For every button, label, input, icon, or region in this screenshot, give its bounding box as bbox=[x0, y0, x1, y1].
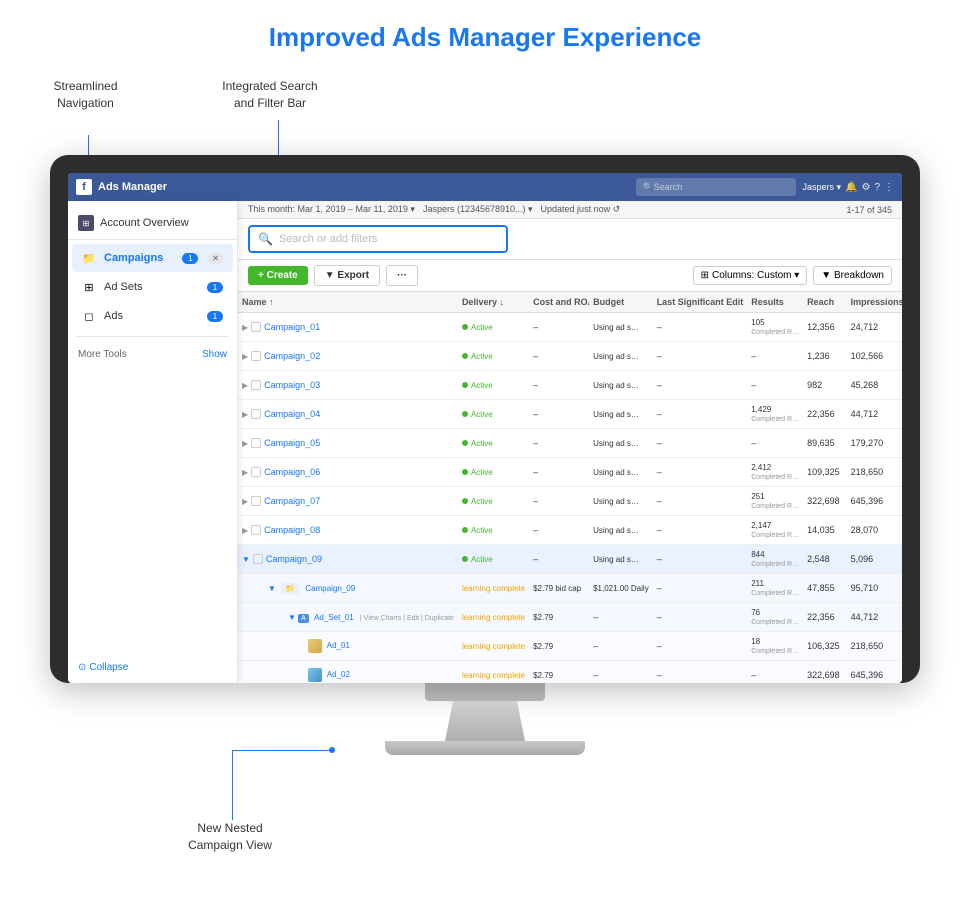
col-results[interactable]: Results bbox=[747, 292, 803, 313]
table-row[interactable]: ▶Campaign_01 Active – Using ad s… – 105C… bbox=[238, 313, 902, 342]
more-tools-label: More Tools bbox=[78, 349, 127, 360]
help-icon[interactable]: ? bbox=[874, 182, 880, 193]
fb-topbar-search[interactable]: 🔍 Search bbox=[636, 178, 796, 196]
fb-topbar: f Ads Manager 🔍 Search Jaspers ▾ 🔔 ⚙ ? ⋮ bbox=[68, 173, 902, 201]
sidebar-item-adsets[interactable]: ⊞ Ad Sets 1 bbox=[72, 273, 233, 301]
updated-status: Updated just now ↺ bbox=[541, 204, 621, 215]
fb-user-menu[interactable]: Jaspers ▾ bbox=[802, 182, 841, 193]
columns-button[interactable]: ⊞ Columns: Custom ▾ bbox=[693, 266, 808, 285]
sidebar-account-overview[interactable]: ⊞ Account Overview bbox=[68, 207, 237, 240]
columns-label: Columns: Custom ▾ bbox=[712, 270, 799, 281]
campaigns-label: Campaigns bbox=[104, 252, 174, 264]
annotation-nested-campaign: New Nested Campaign View bbox=[155, 820, 305, 854]
table-row[interactable]: ▶Campaign_06 Active – Using ad s… – 2,41… bbox=[238, 458, 902, 487]
monitor-screen: f Ads Manager 🔍 Search Jaspers ▾ 🔔 ⚙ ? ⋮ bbox=[68, 173, 902, 683]
col-impressions[interactable]: Impressions bbox=[847, 292, 902, 313]
monitor: f Ads Manager 🔍 Search Jaspers ▾ 🔔 ⚙ ? ⋮ bbox=[50, 155, 920, 755]
account-name[interactable]: Jaspers (12345678910...) ▾ bbox=[423, 204, 533, 215]
sidebar-collapse-btn[interactable]: ⊙ Collapse bbox=[78, 662, 128, 673]
annotation-filter-bar: Integrated Search and Filter Bar bbox=[190, 78, 350, 112]
create-button[interactable]: + Create bbox=[248, 266, 308, 285]
fb-sidebar: ⊞ Account Overview 📁 Campaigns 1 ✕ ⊞ Ad … bbox=[68, 201, 238, 683]
table-row[interactable]: ▶Campaign_04 Active – Using ad s… – 1,42… bbox=[238, 400, 902, 429]
table-row[interactable]: ▶Campaign_02 Active – Using ad s… – – 1,… bbox=[238, 342, 902, 371]
monitor-base bbox=[385, 741, 585, 755]
grid-icon[interactable]: ⋮ bbox=[884, 182, 894, 193]
fb-filter-bar: 🔍 Search or add filters bbox=[238, 219, 902, 260]
columns-icon: ⊞ bbox=[701, 270, 709, 281]
col-cost-roas[interactable]: Cost and ROAS Controls bbox=[529, 292, 589, 313]
date-range[interactable]: This month: Mar 1, 2019 – Mar 11, 2019 ▾ bbox=[248, 204, 415, 215]
monitor-stand-neck bbox=[445, 701, 525, 741]
campaigns-icon: 📁 bbox=[82, 251, 96, 265]
sidebar-item-ads[interactable]: ◻ Ads 1 bbox=[72, 302, 233, 330]
filter-search-icon: 🔍 bbox=[258, 232, 273, 246]
fb-topbar-title: Ads Manager bbox=[98, 181, 630, 193]
export-button[interactable]: ▼ Export bbox=[314, 265, 380, 286]
table-row[interactable]: ▶Campaign_07 Active – Using ad s… – 251C… bbox=[238, 487, 902, 516]
sidebar-divider bbox=[76, 336, 229, 337]
page-title: Improved Ads Manager Experience bbox=[0, 0, 970, 71]
fb-content-area: ⊞ Account Overview 📁 Campaigns 1 ✕ ⊞ Ad … bbox=[68, 201, 902, 683]
account-icon: ⊞ bbox=[78, 215, 94, 231]
settings-icon[interactable]: ⚙ bbox=[861, 182, 870, 193]
col-budget[interactable]: Budget bbox=[589, 292, 653, 313]
campaigns-close[interactable]: ✕ bbox=[208, 253, 223, 264]
account-overview-label: Account Overview bbox=[100, 217, 189, 229]
col-reach[interactable]: Reach bbox=[803, 292, 847, 313]
table-row[interactable]: Ad_01 learning complete $2.79 – – 18Comp… bbox=[238, 632, 902, 661]
adsets-badge: 1 bbox=[207, 282, 223, 293]
sidebar-item-campaigns[interactable]: 📁 Campaigns 1 ✕ bbox=[72, 244, 233, 272]
fb-table: Name ↑ Delivery ↓ Cost and ROAS Controls… bbox=[238, 292, 902, 683]
table-row[interactable]: Ad_02 learning complete $2.79 – – – 322,… bbox=[238, 661, 902, 684]
col-name[interactable]: Name ↑ bbox=[238, 292, 458, 313]
table-row[interactable]: ▼Campaign_09 Active – Using ad s… – 844C… bbox=[238, 545, 902, 574]
campaigns-badge: 1 bbox=[182, 253, 198, 264]
adsets-icon: ⊞ bbox=[82, 280, 96, 294]
col-delivery[interactable]: Delivery ↓ bbox=[458, 292, 529, 313]
table-row[interactable]: ▼ A Ad_Set_01 | View Charts | Edit | Dup… bbox=[238, 603, 902, 632]
fb-logo-icon: f bbox=[76, 179, 92, 195]
monitor-stand-top bbox=[425, 683, 545, 701]
table-row[interactable]: ▶Campaign_05 Active – Using ad s… – – 89… bbox=[238, 429, 902, 458]
breakdown-button[interactable]: ▼ Breakdown bbox=[813, 266, 892, 285]
table-row[interactable]: ▶Campaign_08 Active – Using ad s… – 2,14… bbox=[238, 516, 902, 545]
annotation-streamlined-nav: Streamlined Navigation bbox=[8, 78, 163, 112]
fb-main: This month: Mar 1, 2019 – Mar 11, 2019 ▾… bbox=[238, 201, 902, 683]
ads-badge: 1 bbox=[207, 311, 223, 322]
col-last-edit[interactable]: Last Significant Edit bbox=[653, 292, 748, 313]
record-count: 1-17 of 345 bbox=[846, 205, 892, 215]
fb-topbar-icons: Jaspers ▾ 🔔 ⚙ ? ⋮ bbox=[802, 182, 894, 193]
more-button[interactable]: ··· bbox=[386, 265, 418, 286]
table-header-row: Name ↑ Delivery ↓ Cost and ROAS Controls… bbox=[238, 292, 902, 313]
monitor-outer: f Ads Manager 🔍 Search Jaspers ▾ 🔔 ⚙ ? ⋮ bbox=[50, 155, 920, 683]
adsets-label: Ad Sets bbox=[104, 281, 199, 293]
ads-icon: ◻ bbox=[82, 309, 96, 323]
toolbar-right: ⊞ Columns: Custom ▾ ▼ Breakdown bbox=[693, 266, 892, 285]
sidebar-show-link[interactable]: Show bbox=[202, 349, 227, 360]
fb-toolbar: + Create ▼ Export ··· ⊞ Columns: Custom … bbox=[238, 260, 902, 292]
notification-icon[interactable]: 🔔 bbox=[845, 182, 857, 193]
filter-search-placeholder: Search or add filters bbox=[279, 233, 377, 245]
fb-datebar: This month: Mar 1, 2019 – Mar 11, 2019 ▾… bbox=[238, 201, 902, 219]
table-row[interactable]: ▶Campaign_03 Active – Using ad s… – – 98… bbox=[238, 371, 902, 400]
ads-label: Ads bbox=[104, 310, 199, 322]
table-row[interactable]: ▼ 📁 Campaign_09 learning complete $2.79 … bbox=[238, 574, 902, 603]
filter-search-box[interactable]: 🔍 Search or add filters bbox=[248, 225, 508, 253]
sidebar-more-tools: More Tools Show bbox=[68, 343, 237, 366]
